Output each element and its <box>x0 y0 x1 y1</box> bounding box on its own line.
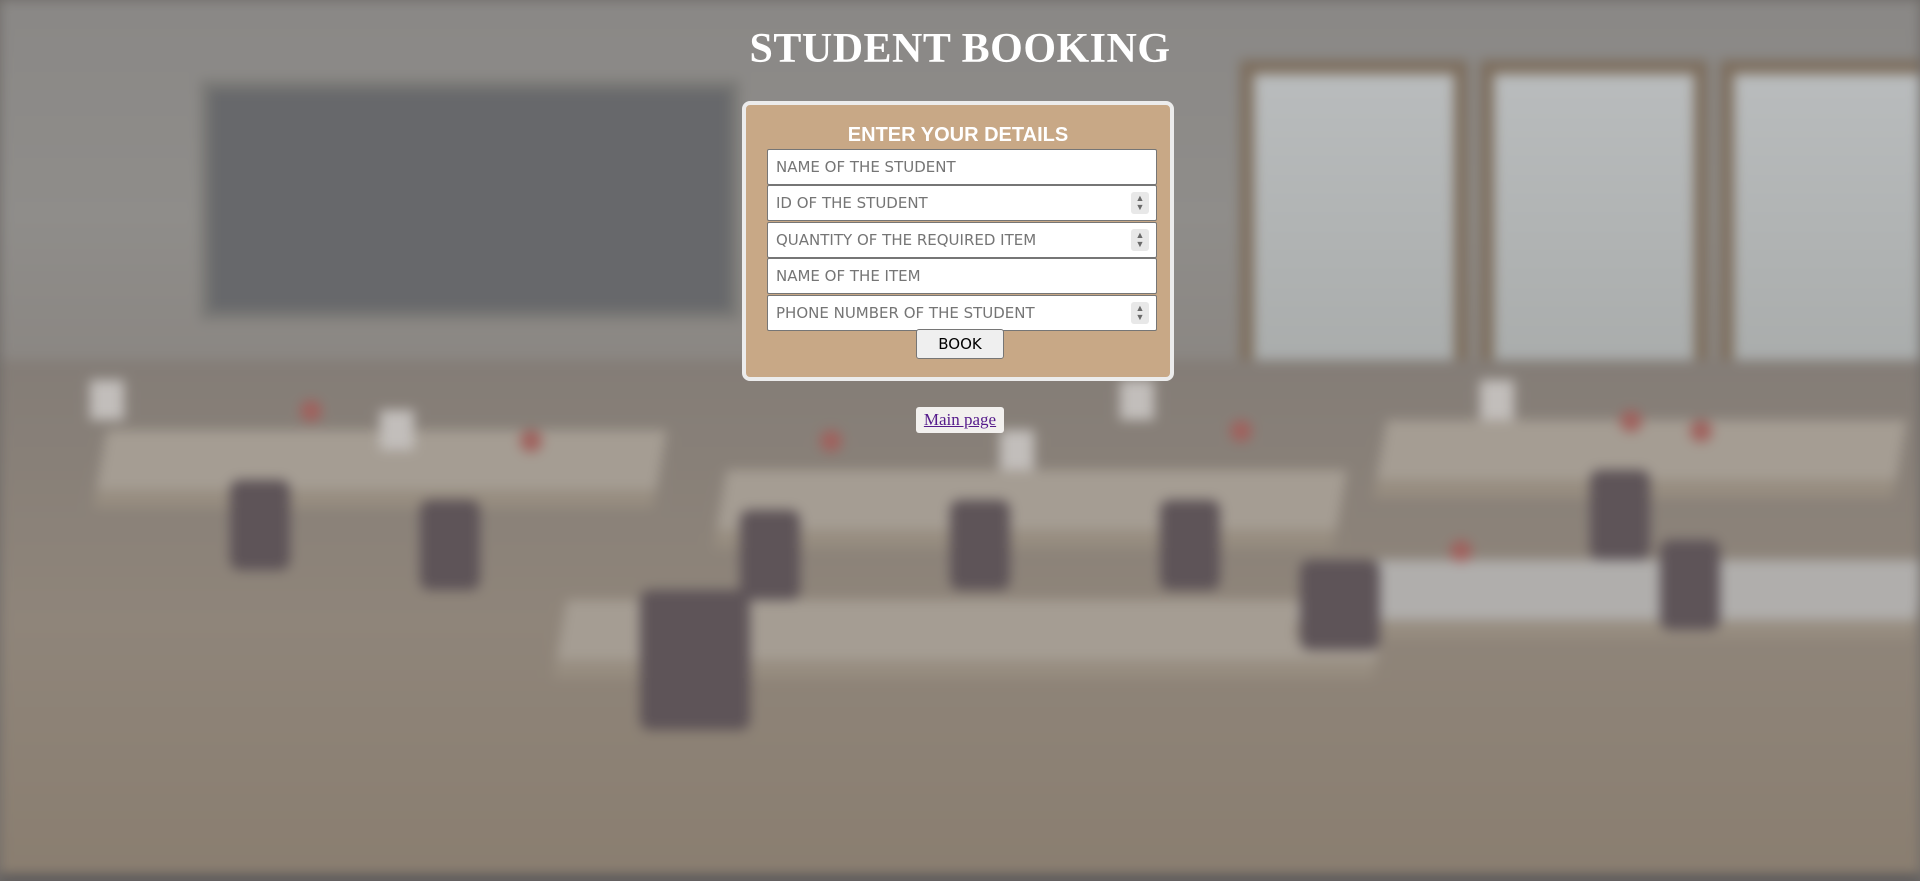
main-page-link-container: Main page <box>916 407 1004 433</box>
student-name-input[interactable] <box>767 149 1157 185</box>
main-page-link[interactable]: Main page <box>924 410 996 430</box>
item-name-input[interactable] <box>767 258 1157 294</box>
phone-number-input[interactable] <box>767 295 1157 331</box>
quantity-field: ▲▼ <box>767 222 1157 258</box>
phone-field: ▲▼ <box>767 295 1157 331</box>
page-title: STUDENT BOOKING <box>749 26 1171 72</box>
booking-form: ENTER YOUR DETAILS ▲▼ ▲▼ ▲▼ BOOK <box>742 101 1174 381</box>
spinner-arrows-icon[interactable]: ▲ ▼ <box>1131 192 1149 214</box>
student-id-field: ▲▼ <box>767 185 1157 221</box>
book-button[interactable]: BOOK <box>916 329 1004 359</box>
spinner-arrows-icon[interactable]: ▲ ▼ <box>1131 302 1149 324</box>
spinner-arrows-icon[interactable]: ▲ ▼ <box>1131 229 1149 251</box>
form-heading: ENTER YOUR DETAILS <box>847 124 1069 146</box>
quantity-input[interactable] <box>767 222 1157 258</box>
student-id-input[interactable] <box>767 185 1157 221</box>
